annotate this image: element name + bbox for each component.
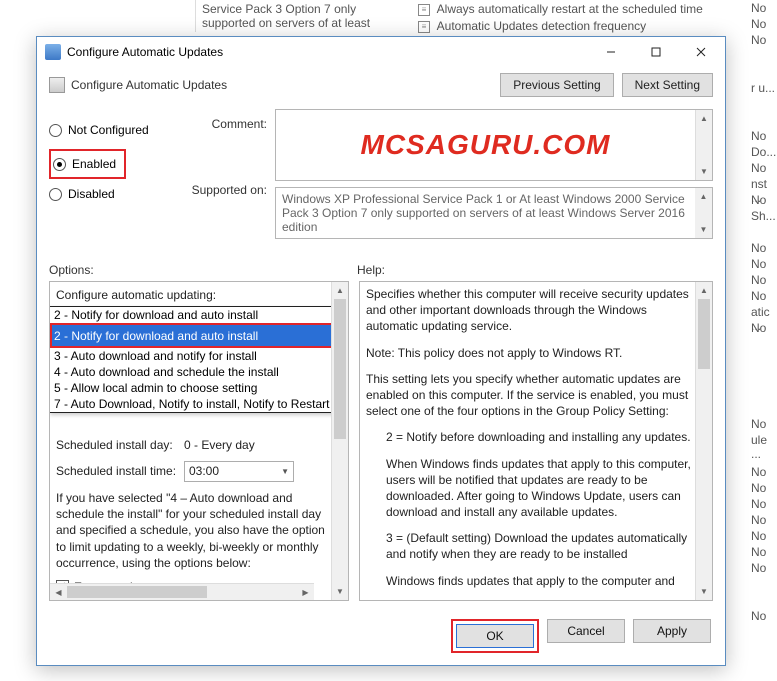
comment-textarea[interactable]: MCSAGURU.COM ▲ ▼ bbox=[275, 109, 713, 181]
scroll-down-icon[interactable]: ▼ bbox=[695, 221, 712, 238]
dropdown-option-highlighted[interactable]: 2 - Notify for download and auto install bbox=[50, 323, 331, 348]
help-text: Specifies whether this computer will rec… bbox=[366, 286, 693, 335]
cancel-button[interactable]: Cancel bbox=[547, 619, 625, 643]
ok-button[interactable]: OK bbox=[456, 624, 534, 648]
policy-icon: ≡ bbox=[418, 4, 430, 16]
policy-icon: ≡ bbox=[418, 21, 430, 33]
option-label: 2 - Notify for download and auto install bbox=[54, 329, 258, 343]
select-value: 03:00 bbox=[189, 464, 219, 478]
scroll-up-icon[interactable]: ▲ bbox=[696, 110, 712, 127]
scroll-left-icon[interactable]: ◀ bbox=[50, 584, 67, 600]
help-section-label: Help: bbox=[357, 263, 385, 277]
dropdown-option[interactable]: 5 - Allow local admin to choose setting bbox=[50, 380, 331, 396]
previous-setting-button[interactable]: Previous Setting bbox=[500, 73, 613, 97]
radio-icon bbox=[49, 188, 62, 201]
help-text: Windows finds updates that apply to the … bbox=[386, 573, 693, 589]
chevron-down-icon: ▼ bbox=[281, 467, 289, 476]
scroll-thumb[interactable] bbox=[334, 299, 346, 439]
scheduled-install-day-value[interactable]: 0 - Every day bbox=[184, 438, 255, 452]
maximize-button[interactable] bbox=[633, 38, 678, 66]
supported-on-box: Windows XP Professional Service Pack 1 o… bbox=[275, 187, 713, 239]
bg-list-item: ≡ Always automatically restart at the sc… bbox=[418, 2, 703, 16]
help-text: 2 = Notify before downloading and instal… bbox=[386, 429, 693, 445]
options-section-label: Options: bbox=[49, 263, 357, 277]
scroll-thumb[interactable] bbox=[67, 586, 207, 598]
scrollbar[interactable]: ▲ ▼ bbox=[331, 282, 348, 600]
minimize-button[interactable] bbox=[588, 38, 633, 66]
titlebar[interactable]: Configure Automatic Updates bbox=[37, 37, 725, 67]
bg-status-column: NoNoNor u...NoDo...Nonst ...NoSh...NoNoN… bbox=[749, 0, 777, 624]
radio-not-configured[interactable]: Not Configured bbox=[49, 119, 179, 141]
scroll-down-icon[interactable]: ▼ bbox=[696, 163, 712, 180]
configure-updating-label: Configure automatic updating: bbox=[56, 288, 329, 302]
scroll-up-icon[interactable]: ▲ bbox=[332, 282, 348, 299]
radio-label: Enabled bbox=[72, 157, 116, 171]
radio-disabled[interactable]: Disabled bbox=[49, 183, 179, 205]
help-pane: Specifies whether this computer will rec… bbox=[359, 281, 713, 601]
apply-button[interactable]: Apply bbox=[633, 619, 711, 643]
dialog-subtitle: Configure Automatic Updates bbox=[71, 78, 492, 92]
scrollbar[interactable]: ▲ ▼ bbox=[695, 188, 712, 238]
help-text: When Windows finds updates that apply to… bbox=[386, 456, 693, 521]
bg-list-item: ≡ Automatic Updates detection frequency bbox=[418, 19, 646, 33]
policy-icon bbox=[49, 77, 65, 93]
dropdown-option[interactable]: 4 - Auto download and schedule the insta… bbox=[50, 364, 331, 380]
close-button[interactable] bbox=[678, 38, 723, 66]
dropdown-option[interactable]: 7 - Auto Download, Notify to install, No… bbox=[50, 396, 331, 412]
configure-automatic-updates-dialog: Configure Automatic Updates Configure Au… bbox=[36, 36, 726, 666]
scrollbar[interactable]: ▲ ▼ bbox=[695, 282, 712, 600]
bg-list-item: Service Pack 3 Option 7 only supported o… bbox=[195, 0, 405, 32]
scroll-right-icon[interactable]: ▶ bbox=[297, 584, 314, 600]
scroll-up-icon[interactable]: ▲ bbox=[695, 188, 712, 205]
dialog-title: Configure Automatic Updates bbox=[67, 45, 588, 59]
app-icon bbox=[45, 44, 61, 60]
next-setting-button[interactable]: Next Setting bbox=[622, 73, 713, 97]
help-text: 3 = (Default setting) Download the updat… bbox=[386, 530, 693, 562]
scroll-up-icon[interactable]: ▲ bbox=[696, 282, 712, 299]
dropdown-option[interactable]: 2 - Notify for download and auto install bbox=[50, 307, 331, 323]
scroll-down-icon[interactable]: ▼ bbox=[696, 583, 712, 600]
configure-updating-dropdown[interactable]: 2 - Notify for download and auto install… bbox=[50, 306, 331, 413]
watermark-overlay: MCSAGURU.COM bbox=[361, 129, 611, 161]
options-paragraph: If you have selected "4 – Auto download … bbox=[56, 490, 329, 571]
options-pane: Configure automatic updating: 2 - Notify… bbox=[49, 281, 349, 601]
radio-enabled[interactable]: Enabled bbox=[53, 153, 116, 175]
radio-icon bbox=[53, 158, 66, 171]
comment-label: Comment: bbox=[187, 117, 267, 131]
scheduled-install-day-label: Scheduled install day: bbox=[56, 438, 184, 452]
horizontal-scrollbar[interactable]: ◀ ▶ bbox=[50, 583, 314, 600]
radio-label: Disabled bbox=[68, 187, 115, 201]
help-text: This setting lets you specify whether au… bbox=[366, 371, 693, 420]
radio-icon bbox=[49, 124, 62, 137]
radio-label: Not Configured bbox=[68, 123, 149, 137]
scheduled-install-time-label: Scheduled install time: bbox=[56, 464, 184, 478]
supported-on-label: Supported on: bbox=[187, 183, 267, 197]
help-text: Note: This policy does not apply to Wind… bbox=[366, 345, 693, 361]
dropdown-option[interactable]: 3 - Auto download and notify for install bbox=[50, 348, 331, 364]
scroll-thumb[interactable] bbox=[698, 299, 710, 369]
scheduled-install-time-select[interactable]: 03:00 ▼ bbox=[184, 461, 294, 482]
scrollbar[interactable]: ▲ ▼ bbox=[695, 110, 712, 180]
scroll-down-icon[interactable]: ▼ bbox=[332, 583, 348, 600]
